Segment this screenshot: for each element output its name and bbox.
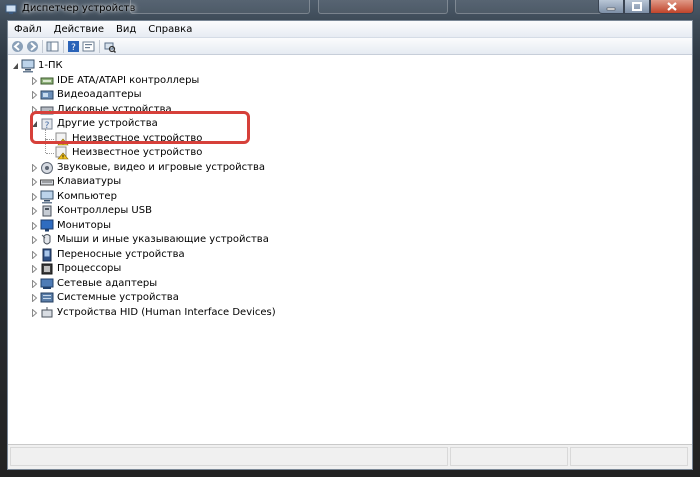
mouse-icon [41, 234, 51, 245]
background-window-ghost [130, 0, 310, 14]
tree-category-label: Контроллеры USB [57, 205, 152, 216]
menu-help[interactable]: Справка [142, 21, 198, 38]
tree-category-label: Переносные устройства [57, 248, 185, 260]
tree-category[interactable]: Устройства HID (Human Interface Devices) [8, 306, 328, 320]
tree-category-label: Мониторы [57, 219, 111, 231]
tree-category[interactable]: Компьютер [8, 190, 328, 204]
toolbar-separator [63, 40, 64, 53]
status-pane [10, 447, 448, 466]
expand-arrow-icon[interactable] [31, 91, 38, 99]
expand-arrow-icon[interactable] [31, 236, 38, 244]
forward-icon[interactable] [26, 40, 39, 53]
tree-category[interactable]: Звуковые, видео и игровые устройства [8, 161, 328, 175]
expand-arrow-icon[interactable] [31, 250, 38, 259]
device-manager-icon [5, 4, 17, 14]
toolbar: ? [8, 38, 692, 55]
sound-device-icon [41, 161, 53, 174]
maximize-button[interactable] [624, 0, 650, 14]
expand-arrow-icon[interactable] [31, 192, 38, 201]
expand-arrow-icon[interactable] [31, 265, 38, 273]
client-area: Файл Действие Вид Справка ? 1-ПК IDE ATA… [7, 20, 693, 470]
tree-category-label: Устройства HID (Human Interface Devices) [57, 306, 276, 318]
keyboard-icon [40, 179, 54, 186]
usb-controller-icon [42, 205, 52, 217]
background-window-ghost [318, 0, 448, 14]
tree-category-label: Звуковые, видео и игровые устройства [57, 161, 266, 173]
tree-category[interactable]: Мыши и иные указывающие устройства [8, 233, 328, 247]
status-pane [570, 447, 688, 466]
tree-category[interactable]: Видеоадаптеры [8, 88, 328, 102]
window-title: Диспетчер устройств [22, 3, 136, 14]
computer-icon [40, 190, 54, 203]
tree-root[interactable]: 1-ПК [8, 59, 208, 73]
maximize-icon [632, 2, 642, 11]
tree-category[interactable]: Системные устройства [8, 291, 328, 305]
computer-icon [21, 59, 35, 73]
tree-category[interactable]: Мониторы [8, 219, 328, 233]
hid-device-icon [41, 306, 53, 317]
help-icon[interactable]: ? [67, 40, 80, 53]
back-icon[interactable] [11, 40, 24, 53]
window-frame: Диспетчер устройств Файл Действие Вид Сп… [0, 0, 700, 477]
tree-category-label: Клавиатуры [57, 176, 122, 187]
portable-device-icon [42, 248, 52, 261]
tree-category-label: Компьютер [57, 190, 117, 202]
network-adapter-icon [40, 278, 54, 289]
background-window-ghost [455, 0, 605, 14]
expand-arrow-icon[interactable] [31, 279, 38, 288]
tree-category-label: Системные устройства [57, 292, 179, 303]
minimize-icon [606, 7, 616, 10]
caption-buttons [598, 0, 694, 14]
expand-arrow-icon[interactable] [31, 207, 38, 215]
display-adapter-icon [40, 90, 54, 100]
tree-category[interactable]: Процессоры [8, 262, 328, 276]
monitor-icon [40, 219, 54, 231]
unknown-device-warning-icon [55, 146, 69, 160]
system-device-icon [40, 292, 54, 303]
ide-controller-icon [40, 77, 54, 84]
expand-arrow-icon[interactable] [31, 221, 38, 230]
tree-category[interactable]: Клавиатуры [8, 175, 328, 189]
tree-category-label: Процессоры [57, 263, 122, 274]
toolbar-separator [99, 40, 100, 53]
tree-category[interactable]: Контроллеры USB [8, 204, 328, 218]
menu-file[interactable]: Файл [8, 21, 48, 38]
menu-bar: Файл Действие Вид Справка [8, 21, 692, 38]
status-pane [450, 447, 568, 466]
tree-category[interactable]: IDE ATA/ATAPI контроллеры [8, 74, 328, 88]
expand-arrow-icon[interactable] [31, 308, 38, 317]
minimize-button[interactable] [598, 0, 624, 14]
properties-icon[interactable] [82, 40, 95, 53]
processor-icon [41, 263, 53, 275]
highlight-box [30, 111, 250, 144]
expand-arrow-icon[interactable] [31, 178, 38, 186]
tree-connector-line [46, 153, 54, 154]
menu-action[interactable]: Действие [48, 21, 110, 38]
scan-hardware-icon[interactable] [103, 40, 116, 53]
collapse-arrow-icon[interactable] [12, 62, 19, 70]
tree-category-label: Сетевые адаптеры [57, 277, 158, 289]
expand-arrow-icon[interactable] [31, 76, 38, 85]
title-bar[interactable]: Диспетчер устройств [0, 0, 700, 20]
tree-category-label: Видеоадаптеры [57, 89, 142, 100]
menu-view[interactable]: Вид [110, 21, 142, 38]
tree-device-item[interactable]: Неизвестное устройство [8, 139, 328, 160]
show-hide-tree-icon[interactable] [46, 40, 59, 53]
tree-category-label: Мыши и иные указывающие устройства [57, 234, 269, 245]
close-button[interactable] [650, 0, 694, 14]
status-bar [8, 444, 692, 469]
svg-text:?: ? [71, 43, 76, 53]
expand-arrow-icon[interactable] [31, 294, 38, 302]
unknown-device-label: Неизвестное устройство [72, 147, 203, 158]
toolbar-separator [42, 40, 43, 53]
tree-root-label: 1-ПК [38, 60, 63, 71]
tree-category-label: IDE ATA/ATAPI контроллеры [57, 74, 200, 86]
tree-category[interactable]: Переносные устройства [8, 248, 328, 262]
tree-category[interactable]: Сетевые адаптеры [8, 277, 328, 291]
expand-arrow-icon[interactable] [31, 163, 38, 172]
close-icon [667, 2, 677, 11]
